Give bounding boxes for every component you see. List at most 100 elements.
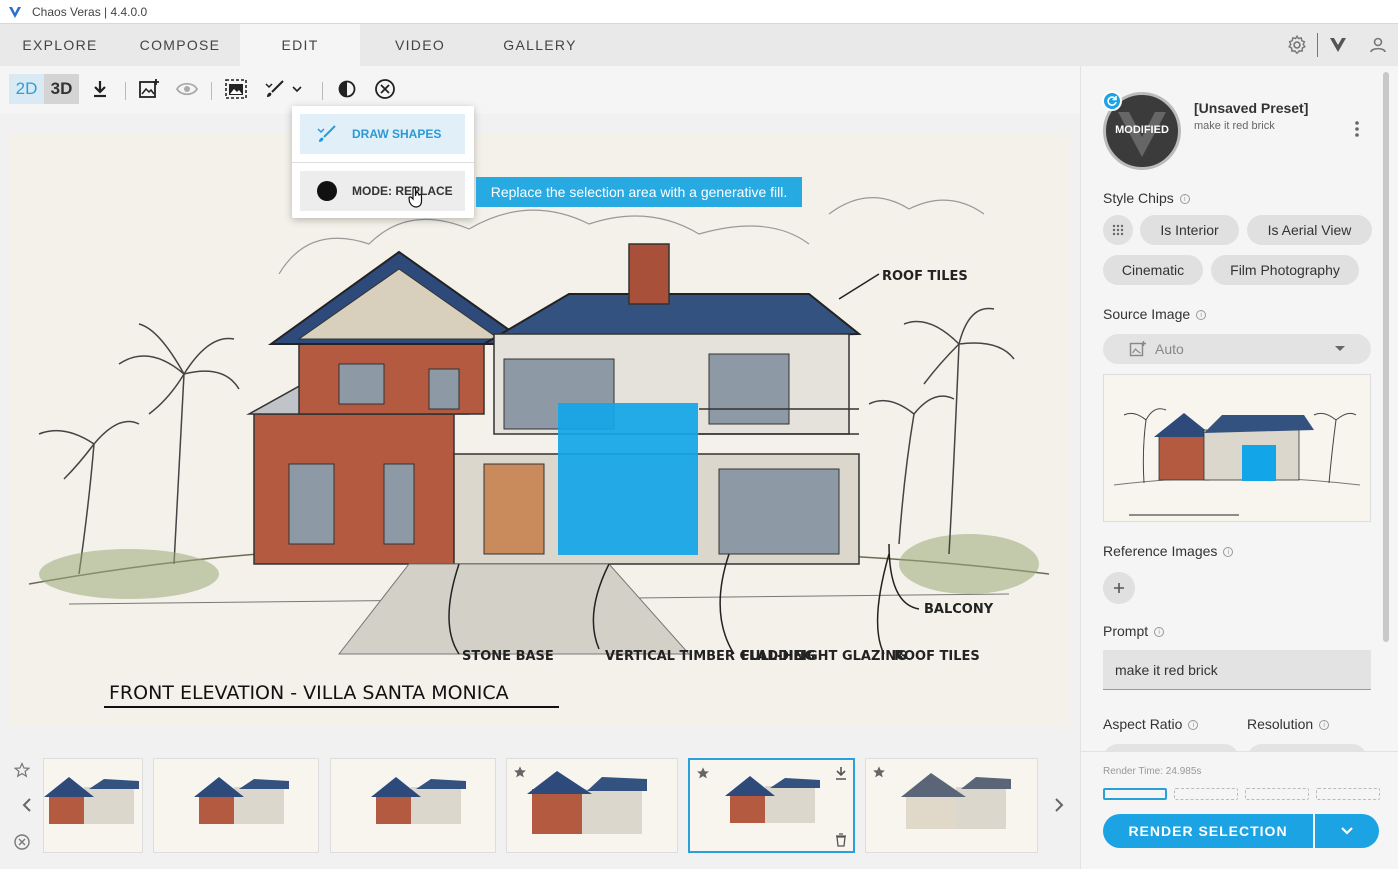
draw-shapes-option[interactable]: DRAW SHAPES (300, 114, 465, 154)
chip-film-photography[interactable]: Film Photography (1211, 255, 1359, 285)
settings-gear-icon[interactable] (1277, 24, 1317, 66)
view-mode-toggle[interactable]: 2D 3D (9, 74, 79, 104)
add-image-icon (1129, 341, 1146, 357)
source-image-preview[interactable] (1103, 374, 1371, 522)
brush-icon (265, 80, 284, 97)
star-filter-icon[interactable] (14, 762, 30, 778)
download-icon[interactable] (88, 74, 112, 104)
prompt-input[interactable]: make it red brick (1103, 650, 1371, 690)
settings-panel: MODIFIED [Unsaved Preset] make it red br… (1080, 66, 1398, 869)
top-nav: EXPLORE COMPOSE EDIT VIDEO GALLERY (0, 24, 1398, 66)
mode-3d-button[interactable]: 3D (44, 74, 79, 104)
chevron-down-icon (1341, 827, 1353, 835)
info-icon[interactable]: i (1196, 310, 1207, 320)
render-progress-slot (1174, 788, 1238, 800)
trash-icon[interactable] (835, 833, 847, 847)
style-chips-heading: Style Chips i (1103, 190, 1190, 206)
preset-name: [Unsaved Preset] (1194, 100, 1309, 116)
chip-is-interior[interactable]: Is Interior (1140, 215, 1239, 245)
reference-images-label: Reference Images (1103, 543, 1218, 559)
history-thumbnail[interactable] (153, 758, 319, 853)
title-bar: Chaos Veras | 4.4.0.0 (0, 0, 1398, 24)
sketch-label: VERTICAL TIMBER CLADDING (605, 649, 815, 664)
aspect-ratio-heading: Aspect Ratio i (1103, 716, 1199, 732)
style-chips-label: Style Chips (1103, 190, 1174, 206)
chevron-left-icon[interactable] (21, 797, 33, 813)
tab-gallery[interactable]: GALLERY (480, 24, 600, 66)
prompt-heading: Prompt i (1103, 623, 1165, 639)
select-region-icon[interactable] (223, 74, 249, 104)
plus-icon (1114, 583, 1124, 593)
panel-scrollbar[interactable] (1383, 72, 1389, 642)
info-icon[interactable]: i (1223, 547, 1234, 557)
info-icon[interactable]: i (1154, 627, 1165, 637)
toolbar-divider (211, 82, 212, 100)
more-options-icon[interactable] (1354, 120, 1360, 138)
tab-video[interactable]: VIDEO (360, 24, 480, 66)
add-image-icon[interactable] (137, 74, 161, 104)
info-icon[interactable]: i (1179, 194, 1190, 204)
star-icon[interactable] (872, 765, 886, 779)
user-account-icon[interactable] (1358, 24, 1398, 66)
preset-subtitle: make it red brick (1194, 120, 1275, 132)
prompt-label: Prompt (1103, 623, 1149, 639)
source-image-heading: Source Image i (1103, 306, 1207, 322)
chevron-down-icon (292, 86, 302, 93)
window-title: Chaos Veras | 4.4.0.0 (32, 4, 148, 19)
mode-2d-button[interactable]: 2D (9, 74, 44, 104)
visibility-eye-icon[interactable] (174, 74, 200, 104)
veras-logo-icon (9, 6, 21, 18)
resolution-select[interactable] (1247, 744, 1367, 751)
dropdown-divider (292, 162, 474, 163)
nav-right-actions (1277, 24, 1398, 66)
chevron-right-icon[interactable] (1053, 797, 1065, 813)
settings-scroll-area[interactable]: MODIFIED [Unsaved Preset] make it red br… (1081, 66, 1383, 751)
add-reference-button[interactable] (1103, 572, 1135, 604)
history-thumbnail[interactable] (506, 758, 678, 853)
download-icon[interactable] (835, 766, 847, 780)
source-image-label: Source Image (1103, 306, 1191, 322)
history-thumbnail[interactable] (43, 758, 143, 853)
render-options-button[interactable] (1315, 814, 1379, 848)
render-progress-slot (1316, 788, 1380, 800)
resolution-heading: Resolution i (1247, 716, 1330, 732)
preset-refresh-icon[interactable] (1102, 91, 1122, 111)
sketch-label: BALCONY (924, 602, 994, 617)
contrast-icon[interactable] (335, 74, 359, 104)
sketch-title: FRONT ELEVATION - VILLA SANTA MONICA (109, 682, 509, 704)
house-sketch-image: ROOF TILES BALCONY ROOF TILES FULL-HEIGH… (9, 134, 1070, 726)
info-icon[interactable]: i (1319, 720, 1330, 730)
grid-dots-icon (1112, 224, 1124, 236)
info-icon[interactable]: i (1188, 720, 1199, 730)
render-progress-slot (1245, 788, 1309, 800)
aspect-ratio-label: Aspect Ratio (1103, 716, 1183, 732)
tab-edit[interactable]: EDIT (240, 24, 360, 66)
chip-is-aerial-view[interactable]: Is Aerial View (1247, 215, 1372, 245)
draw-shapes-menu-button[interactable] (261, 74, 305, 104)
chips-grid-button[interactable] (1103, 215, 1133, 245)
chip-cinematic[interactable]: Cinematic (1103, 255, 1203, 285)
edit-toolbar: 2D 3D (0, 66, 1080, 114)
render-selection-button[interactable]: RENDER SELECTION (1103, 814, 1313, 848)
toolbar-divider (322, 82, 323, 100)
clear-selection-icon[interactable] (372, 74, 398, 104)
aspect-ratio-select[interactable] (1103, 744, 1239, 751)
mode-tooltip: Replace the selection area with a genera… (476, 177, 802, 207)
clear-filter-icon[interactable] (13, 833, 31, 851)
reference-images-heading: Reference Images i (1103, 543, 1234, 559)
veras-v-icon[interactable] (1318, 24, 1358, 66)
star-icon[interactable] (513, 765, 527, 779)
mode-replace-option[interactable]: MODE: REPLACE (300, 171, 465, 211)
draw-shapes-label: DRAW SHAPES (352, 127, 442, 141)
tab-compose[interactable]: COMPOSE (120, 24, 240, 66)
tab-explore[interactable]: EXPLORE (0, 24, 120, 66)
star-icon[interactable] (696, 766, 710, 780)
source-image-select[interactable]: Auto (1103, 334, 1371, 364)
history-thumbnail[interactable] (865, 758, 1038, 853)
history-thumbnail[interactable] (330, 758, 496, 853)
brush-icon (317, 125, 336, 142)
draw-shapes-dropdown: DRAW SHAPES MODE: REPLACE (292, 106, 474, 218)
mode-dot-icon (317, 181, 337, 201)
image-canvas[interactable]: ROOF TILES BALCONY ROOF TILES FULL-HEIGH… (9, 134, 1070, 726)
history-thumbnail-selected[interactable] (688, 758, 855, 853)
